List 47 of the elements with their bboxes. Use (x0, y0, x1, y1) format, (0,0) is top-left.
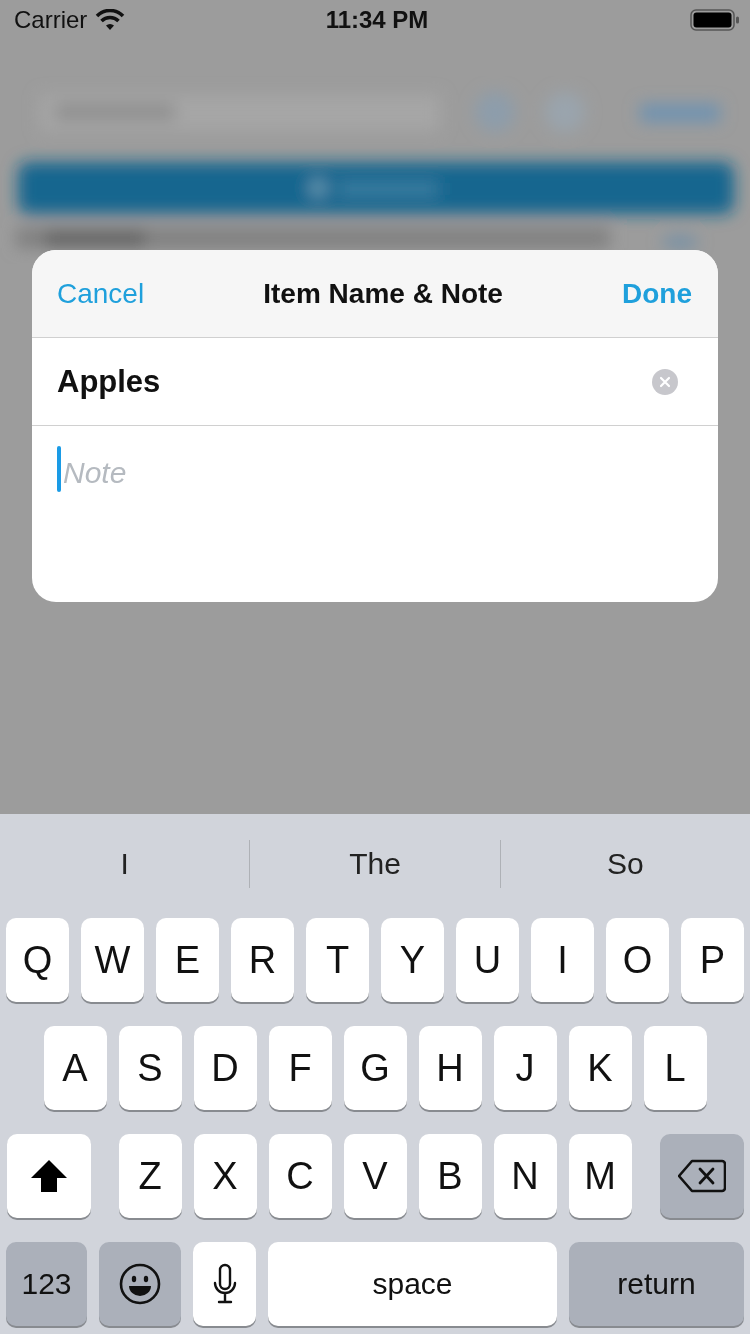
letter-key[interactable]: I (531, 918, 594, 1002)
letter-key[interactable]: S (118, 1026, 182, 1110)
emoji-key[interactable] (99, 1242, 181, 1326)
space-bar[interactable]: space (268, 1242, 557, 1326)
shift-key[interactable] (6, 1134, 91, 1218)
dictation-key[interactable] (193, 1242, 256, 1326)
wifi-icon (95, 9, 126, 31)
note-field[interactable]: Note (63, 446, 693, 496)
letter-key[interactable]: G (343, 1026, 407, 1110)
letter-key[interactable]: V (343, 1134, 407, 1218)
letter-key[interactable]: W (81, 918, 144, 1002)
letter-key[interactable]: A (43, 1026, 107, 1110)
letter-key[interactable]: Z (118, 1134, 182, 1218)
letter-key[interactable]: H (418, 1026, 482, 1110)
letter-key[interactable]: Y (381, 918, 444, 1002)
suggestion[interactable]: I (0, 847, 250, 881)
suggestion[interactable]: The (250, 847, 500, 881)
numbers-key[interactable]: 123 (6, 1242, 87, 1326)
microphone-icon (211, 1263, 238, 1305)
letter-key[interactable]: E (156, 918, 219, 1002)
emoji-icon (119, 1263, 161, 1305)
letter-key[interactable]: J (493, 1026, 557, 1110)
name-field[interactable]: Apples (57, 363, 652, 400)
letter-key[interactable]: K (568, 1026, 632, 1110)
letter-key[interactable]: X (193, 1134, 257, 1218)
letter-key[interactable]: M (568, 1134, 632, 1218)
letter-key[interactable]: Q (6, 918, 69, 1002)
letter-key[interactable]: P (681, 918, 744, 1002)
letter-key[interactable]: O (606, 918, 669, 1002)
backspace-key[interactable] (659, 1134, 744, 1218)
return-key[interactable]: return (569, 1242, 744, 1326)
shift-icon (29, 1159, 68, 1193)
letter-key[interactable]: U (456, 918, 519, 1002)
battery-icon (690, 8, 740, 32)
letter-key[interactable]: R (231, 918, 294, 1002)
letter-key[interactable]: L (643, 1026, 707, 1110)
letter-key[interactable]: C (268, 1134, 332, 1218)
backspace-icon (677, 1159, 726, 1193)
letter-key[interactable]: B (418, 1134, 482, 1218)
letter-key[interactable]: N (493, 1134, 557, 1218)
letter-key[interactable]: T (306, 918, 369, 1002)
dialog-title: Item Name & Note (263, 277, 503, 310)
letter-key[interactable]: F (268, 1026, 332, 1110)
letter-key[interactable]: D (193, 1026, 257, 1110)
suggestion[interactable]: So (500, 847, 750, 881)
clock-time: 11:34 PM (325, 6, 429, 34)
carrier-name: Carrier (14, 6, 88, 34)
